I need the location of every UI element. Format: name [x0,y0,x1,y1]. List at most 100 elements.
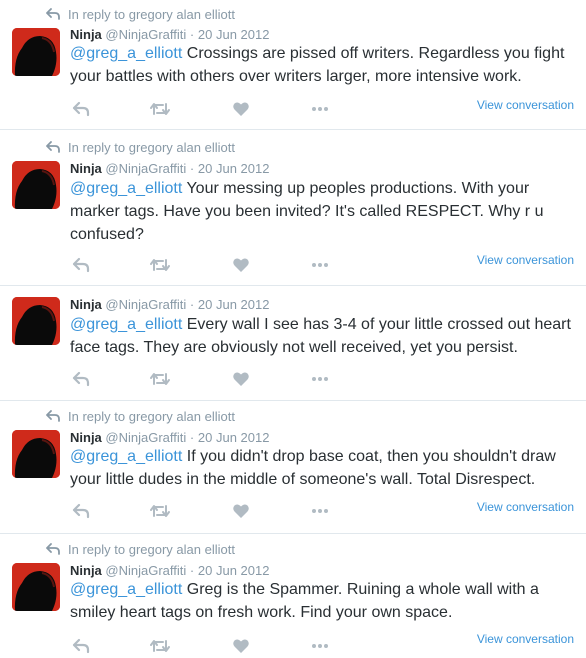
tweet-date[interactable]: 20 Jun 2012 [198,430,270,445]
separator: · [189,563,195,578]
tweet-item[interactable]: In reply to gregory alan elliott Ninja @… [0,534,586,658]
author-name[interactable]: Ninja [70,161,102,176]
heart-icon [233,372,249,386]
reply-button[interactable] [72,101,92,117]
retweet-button[interactable] [150,101,170,117]
reply-context: In reply to gregory alan elliott [46,7,235,23]
more-icon [312,644,328,648]
reply-arrow-icon [46,141,60,153]
tweet-item[interactable]: In reply to gregory alan elliott Ninja @… [0,0,586,130]
reply-icon [72,503,90,519]
heart-icon [233,258,249,272]
separator: · [189,161,195,176]
retweet-icon [150,103,170,115]
author-handle[interactable]: @NinjaGraffiti [105,27,186,42]
retweet-icon [150,640,170,652]
view-conversation-link[interactable]: View conversation [477,632,574,646]
tweet-date[interactable]: 20 Jun 2012 [198,297,270,312]
tweet-item[interactable]: In reply to gregory alan elliott Ninja @… [0,401,586,534]
reply-to-link[interactable]: gregory alan elliott [129,140,235,155]
like-button[interactable] [232,638,252,654]
view-conversation-link[interactable]: View conversation [477,500,574,514]
author-handle[interactable]: @NinjaGraffiti [105,297,186,312]
reply-prefix: In reply to [68,409,126,424]
avatar[interactable] [12,297,60,345]
tweet-text: @greg_a_elliott Your messing up peoples … [70,177,578,246]
reply-icon [72,257,90,273]
reply-context: In reply to gregory alan elliott [46,542,235,558]
retweet-button[interactable] [150,503,170,519]
reply-button[interactable] [72,503,92,519]
more-button[interactable] [310,503,330,519]
like-button[interactable] [232,257,252,273]
reply-to-link[interactable]: gregory alan elliott [129,542,235,557]
reply-arrow-icon [46,543,60,555]
tweet-header: Ninja @NinjaGraffiti · 20 Jun 2012 [70,562,269,579]
separator: · [189,27,195,42]
reply-prefix: In reply to [68,7,126,22]
more-icon [312,377,328,381]
tweet-date[interactable]: 20 Jun 2012 [198,161,270,176]
separator: · [189,430,195,445]
more-button[interactable] [310,638,330,654]
like-button[interactable] [232,101,252,117]
tweet-text: @greg_a_elliott Greg is the Spammer. Rui… [70,578,578,624]
mention-link[interactable]: @greg_a_elliott [70,180,182,197]
retweet-icon [150,373,170,385]
tweet-header: Ninja @NinjaGraffiti · 20 Jun 2012 [70,26,269,43]
more-icon [312,263,328,267]
reply-prefix: In reply to [68,542,126,557]
heart-icon [233,639,249,653]
tweet-item[interactable]: Ninja @NinjaGraffiti · 20 Jun 2012 @greg… [0,286,586,401]
reply-button[interactable] [72,638,92,654]
separator: · [189,297,195,312]
tweet-header: Ninja @NinjaGraffiti · 20 Jun 2012 [70,429,269,446]
tweet-text: @greg_a_elliott If you didn't drop base … [70,445,578,491]
tweet-text: @greg_a_elliott Every wall I see has 3-4… [70,313,578,359]
mention-link[interactable]: @greg_a_elliott [70,316,182,333]
author-name[interactable]: Ninja [70,27,102,42]
avatar[interactable] [12,161,60,209]
author-handle[interactable]: @NinjaGraffiti [105,161,186,176]
tweet-date[interactable]: 20 Jun 2012 [198,563,270,578]
tweet-date[interactable]: 20 Jun 2012 [198,27,270,42]
tweet-item[interactable]: In reply to gregory alan elliott Ninja @… [0,130,586,286]
retweet-button[interactable] [150,638,170,654]
like-button[interactable] [232,371,252,387]
view-conversation-link[interactable]: View conversation [477,253,574,267]
like-button[interactable] [232,503,252,519]
mention-link[interactable]: @greg_a_elliott [70,581,182,598]
author-name[interactable]: Ninja [70,297,102,312]
reply-icon [72,371,90,387]
retweet-button[interactable] [150,257,170,273]
reply-to-link[interactable]: gregory alan elliott [129,409,235,424]
author-name[interactable]: Ninja [70,563,102,578]
tweet-header: Ninja @NinjaGraffiti · 20 Jun 2012 [70,296,269,313]
reply-arrow-icon [46,8,60,20]
retweet-icon [150,505,170,517]
retweet-icon [150,259,170,271]
avatar[interactable] [12,563,60,611]
reply-context: In reply to gregory alan elliott [46,409,235,425]
more-button[interactable] [310,101,330,117]
reply-button[interactable] [72,257,92,273]
author-handle[interactable]: @NinjaGraffiti [105,563,186,578]
more-button[interactable] [310,371,330,387]
mention-link[interactable]: @greg_a_elliott [70,448,182,465]
author-name[interactable]: Ninja [70,430,102,445]
reply-to-link[interactable]: gregory alan elliott [129,7,235,22]
mention-link[interactable]: @greg_a_elliott [70,45,182,62]
more-button[interactable] [310,257,330,273]
heart-icon [233,102,249,116]
heart-icon [233,504,249,518]
reply-arrow-icon [46,410,60,422]
reply-context: In reply to gregory alan elliott [46,140,235,156]
avatar[interactable] [12,430,60,478]
more-icon [312,509,328,513]
reply-icon [72,638,90,654]
author-handle[interactable]: @NinjaGraffiti [105,430,186,445]
retweet-button[interactable] [150,371,170,387]
reply-button[interactable] [72,371,92,387]
avatar[interactable] [12,28,60,76]
view-conversation-link[interactable]: View conversation [477,98,574,112]
